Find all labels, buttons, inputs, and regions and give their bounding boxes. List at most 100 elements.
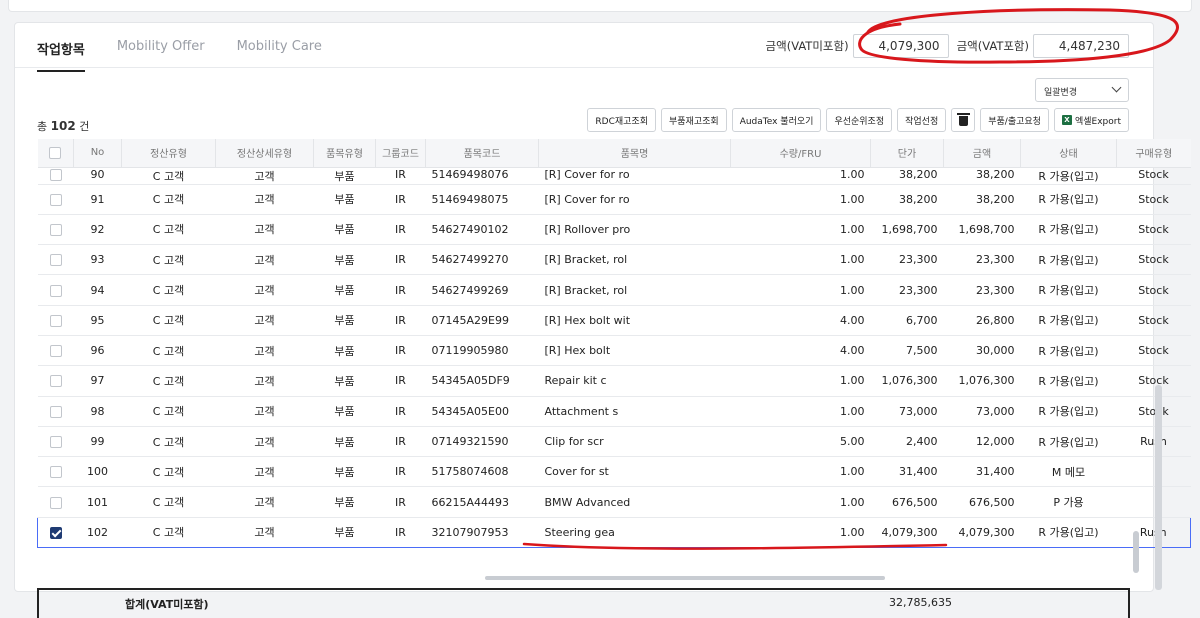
cell-buy: Stock	[1116, 214, 1191, 246]
cell-qty: 1.00	[730, 167, 871, 185]
cell-detail: 고객	[215, 456, 314, 488]
row-checkbox[interactable]	[49, 223, 62, 236]
cell-buy: Rush	[1116, 426, 1191, 458]
cell-status: P 가용	[1020, 486, 1117, 518]
table-row[interactable]: 102 C 고객 고객 부품 IR 32107907953 Steering gea 1.00…	[37, 516, 1191, 549]
row-checkbox[interactable]	[49, 168, 62, 181]
cell-price: 6,700	[870, 305, 944, 336]
row-checkbox[interactable]	[49, 345, 62, 358]
cell-amount: 676,500	[943, 486, 1021, 518]
col-header-qty-fru: 수량/FRU	[730, 139, 871, 168]
row-checkbox[interactable]	[49, 496, 62, 509]
delete-button[interactable]	[951, 108, 976, 132]
cell-status: R 가용(입고)	[1020, 365, 1117, 397]
cell-amount: 30,000	[943, 335, 1021, 367]
parts-request-button[interactable]: 부품/출고요청	[980, 108, 1049, 132]
row-checkbox[interactable]	[49, 526, 62, 539]
cell-settle: C 고객	[121, 305, 216, 336]
cell-group: IR	[375, 335, 426, 367]
cell-no: 98	[73, 396, 122, 427]
cell-type: 부품	[313, 516, 376, 549]
cell-name: [R] Cover for ro	[538, 184, 731, 215]
cell-amount: 26,800	[943, 305, 1021, 336]
cell-price: 23,300	[870, 274, 944, 306]
cell-no: 101	[73, 486, 122, 518]
row-checkbox[interactable]	[49, 193, 62, 206]
row-checkbox[interactable]	[49, 254, 62, 267]
row-checkbox[interactable]	[49, 436, 62, 449]
cell-group: IR	[375, 214, 426, 246]
priority-adjust-button[interactable]: 우선순위조정	[826, 108, 893, 132]
cell-status: R 가용(입고)	[1020, 244, 1117, 276]
table-row[interactable]: 98 C 고객 고객 부품 IR 54345A05E00 Attachment s 1.00 7…	[37, 396, 1191, 427]
table-vertical-scrollbar[interactable]	[1133, 531, 1139, 573]
count-prefix: 총	[37, 120, 48, 133]
rdc-stock-button[interactable]: RDC재고조회	[587, 108, 656, 132]
cell-code: 54627490102	[425, 214, 539, 246]
cell-code: 51469498075	[425, 184, 539, 215]
row-checkbox-cell	[37, 456, 74, 488]
toolbar: RDC재고조회 부품재고조회 AudaTex 불러오기 우선순위조정 작업선정 …	[587, 108, 1129, 132]
cell-status: R 가용(입고)	[1020, 396, 1117, 427]
cell-qty: 1.00	[730, 214, 871, 246]
table-row[interactable]: 101 C 고객 고객 부품 IR 66215A44493 BMW Advanced 1.00…	[37, 486, 1191, 518]
job-select-button[interactable]: 작업선정	[897, 108, 947, 132]
audatex-load-button[interactable]: AudaTex 불러오기	[731, 108, 822, 132]
row-checkbox[interactable]	[49, 284, 62, 297]
table-row[interactable]: 95 C 고객 고객 부품 IR 07145A29E99 [R] Hex bolt wit 4…	[37, 305, 1191, 336]
row-checkbox-cell	[37, 244, 74, 276]
page-vertical-scrollbar[interactable]	[1155, 385, 1162, 590]
table-row[interactable]: 100 C 고객 고객 부품 IR 51758074608 Cover for st 1.00…	[37, 456, 1191, 488]
row-checkbox[interactable]	[49, 405, 62, 418]
cell-type: 부품	[313, 365, 376, 397]
cell-amount: 31,400	[943, 456, 1021, 488]
table-row[interactable]: 96 C 고객 고객 부품 IR 07119905980 [R] Hex bolt 4.00 7…	[37, 335, 1191, 367]
col-header-status: 상태	[1020, 139, 1117, 168]
table-row[interactable]: 92 C 고객 고객 부품 IR 54627490102 [R] Rollover pro 1…	[37, 214, 1191, 246]
col-header-item-name: 품목명	[538, 139, 731, 168]
cell-name: [R] Hex bolt	[538, 335, 731, 367]
row-checkbox[interactable]	[49, 466, 62, 479]
amount-incl-vat-label: 금액(VAT포함)	[956, 39, 1029, 53]
cell-price: 2,400	[870, 426, 944, 458]
cell-buy: Stock	[1116, 396, 1191, 427]
table-row[interactable]: 99 C 고객 고객 부품 IR 07149321590 Clip for scr 5.00 2…	[37, 426, 1191, 458]
table-row[interactable]: 91 C 고객 고객 부품 IR 51469498075 [R] Cover for ro 1…	[37, 184, 1191, 215]
cell-buy: Stock	[1116, 365, 1191, 397]
row-checkbox[interactable]	[49, 314, 62, 327]
cell-amount: 23,300	[943, 274, 1021, 306]
select-all-checkbox[interactable]	[49, 146, 62, 159]
cell-settle: C 고객	[121, 244, 216, 276]
row-checkbox[interactable]	[49, 375, 62, 388]
cell-type: 부품	[313, 396, 376, 427]
cell-qty: 1.00	[730, 184, 871, 215]
excel-export-button[interactable]: X 엑셀Export	[1053, 108, 1129, 132]
select-all-header[interactable]	[37, 139, 74, 168]
col-header-settle-detail: 정산상세유형	[215, 139, 314, 168]
table-header: No 정산유형 정산상세유형 품목유형 그룹코드 품목코드 품목명 수량/FRU 단가 금액 상태 구…	[37, 139, 1191, 168]
cell-name: Clip for scr	[538, 426, 731, 458]
total-row: 합계(VAT미포함) 32,785,635	[37, 588, 1130, 618]
cell-status: R 가용(입고)	[1020, 335, 1117, 367]
cell-status: M 메모	[1020, 456, 1117, 488]
cell-code: 54345A05DF9	[425, 365, 539, 397]
cell-detail: 고객	[215, 167, 314, 185]
horizontal-scrollbar[interactable]	[485, 576, 885, 580]
cell-type: 부품	[313, 214, 376, 246]
cell-code: 54627499269	[425, 274, 539, 306]
cell-price: 31,400	[870, 456, 944, 488]
cell-amount: 38,200	[943, 167, 1021, 185]
table-row[interactable]: 97 C 고객 고객 부품 IR 54345A05DF9 Repair kit c 1.00 1…	[37, 365, 1191, 397]
bulk-change-select[interactable]: 일괄변경	[1035, 78, 1129, 102]
table-row[interactable]: 93 C 고객 고객 부품 IR 54627499270 [R] Bracket, rol 1…	[37, 244, 1191, 276]
parts-stock-button[interactable]: 부품재고조회	[661, 108, 727, 132]
col-header-settle-type: 정산유형	[121, 139, 216, 168]
row-checkbox-cell	[37, 167, 74, 185]
table-row[interactable]: 94 C 고객 고객 부품 IR 54627499269 [R] Bracket, rol 1…	[37, 274, 1191, 306]
cell-group: IR	[375, 365, 426, 397]
cell-settle: C 고객	[121, 486, 216, 518]
work-items-panel: 작업항목 Mobility Offer Mobility Care 금액(VAT…	[14, 22, 1191, 618]
cell-settle: C 고객	[121, 214, 216, 246]
cell-detail: 고객	[215, 335, 314, 367]
table-row[interactable]: 90 C 고객 고객 부품 IR 51469498076 [R] Cover for ro 1…	[37, 167, 1191, 185]
